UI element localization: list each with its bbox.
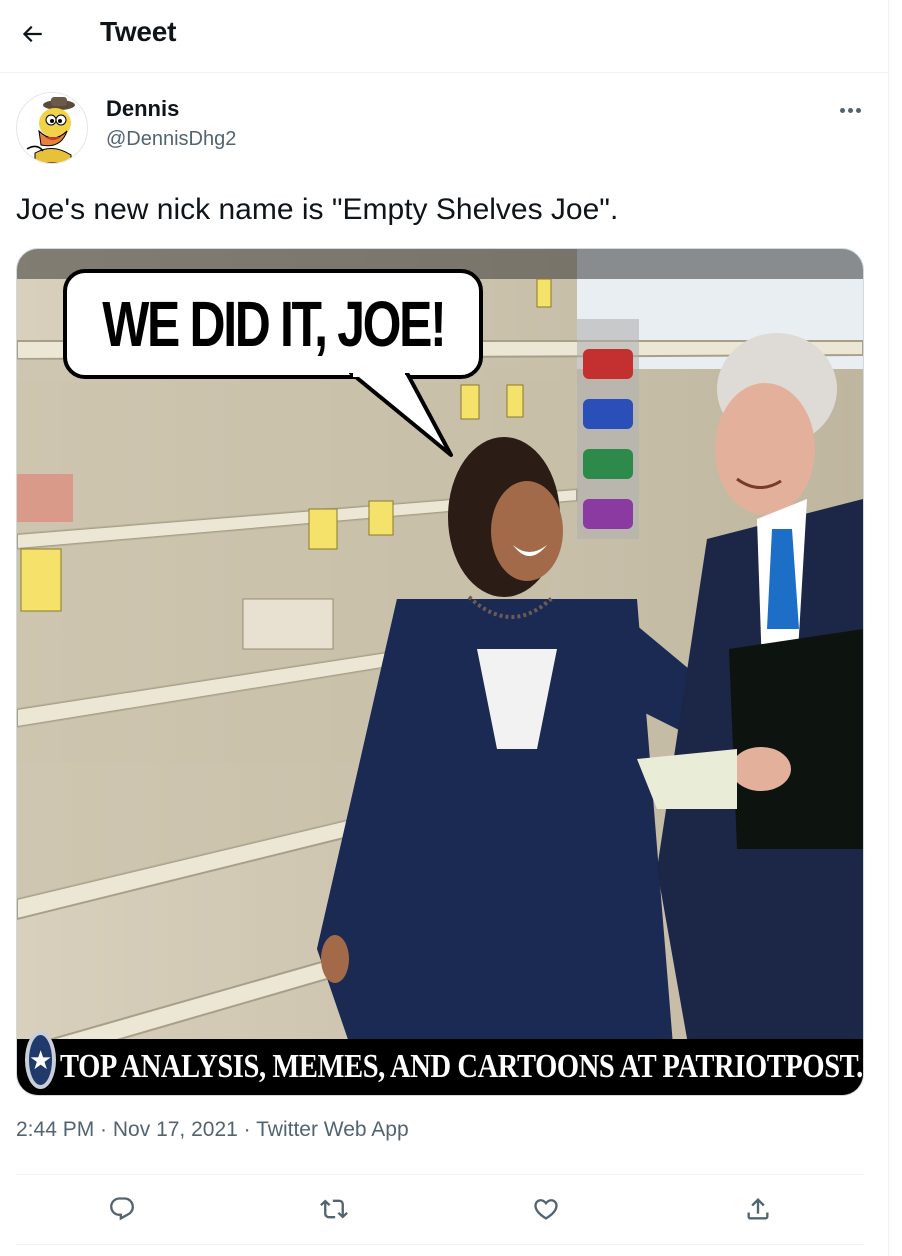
more-icon: [839, 107, 845, 113]
like-button[interactable]: [524, 1187, 568, 1231]
divider: [16, 1174, 864, 1175]
speech-bubble-text: WE DID IT, JOE!: [101, 288, 446, 360]
patriot-post-logo-icon: ★: [25, 1031, 57, 1089]
avatar[interactable]: [16, 92, 88, 164]
banner-text: TOP ANALYSIS, MEMES, AND CARTOONS AT PAT…: [60, 1048, 864, 1085]
tweet-source-link[interactable]: Twitter Web App: [256, 1118, 409, 1141]
tweet-media-image[interactable]: WE DID IT, JOE! ★ TOP ANALYSIS, MEMES, A…: [16, 248, 864, 1096]
share-icon: [747, 1198, 769, 1220]
tweet-text: Joe's new nick name is "Empty Shelves Jo…: [16, 193, 619, 226]
reply-button[interactable]: [100, 1187, 144, 1231]
retweet-button[interactable]: [312, 1187, 356, 1231]
retweet-icon: [320, 1199, 348, 1219]
display-name[interactable]: Dennis: [106, 96, 179, 122]
divider: [16, 1244, 864, 1245]
heart-icon: [534, 1199, 558, 1220]
tweet-date-link[interactable]: Nov 17, 2021: [113, 1118, 238, 1141]
duck-avatar-image: [17, 93, 87, 163]
tweet-column: Tweet Dennis @DennisDhg2 Joe's new nick …: [0, 0, 889, 1256]
page-title: Tweet: [100, 16, 177, 47]
tweet-metadata: 2:44 PM · Nov 17, 2021 · Twitter Web App: [16, 1118, 409, 1142]
reply-icon: [110, 1197, 134, 1221]
meta-separator: ·: [237, 1118, 257, 1141]
page-header: Tweet: [0, 0, 888, 73]
tweet-actions-bar: [16, 1176, 864, 1242]
speech-bubble-tail: [349, 373, 453, 457]
tweet-time-link[interactable]: 2:44 PM: [16, 1118, 94, 1141]
watermark-banner: ★ TOP ANALYSIS, MEMES, AND CARTOONS AT P…: [17, 1031, 864, 1095]
arrow-left-icon: [22, 25, 42, 43]
back-button[interactable]: [12, 14, 52, 54]
more-options-button[interactable]: [830, 96, 870, 124]
meta-separator: ·: [94, 1118, 113, 1141]
share-button[interactable]: [736, 1187, 780, 1231]
speech-bubble: WE DID IT, JOE!: [63, 269, 483, 379]
user-handle[interactable]: @DennisDhg2: [106, 128, 236, 151]
